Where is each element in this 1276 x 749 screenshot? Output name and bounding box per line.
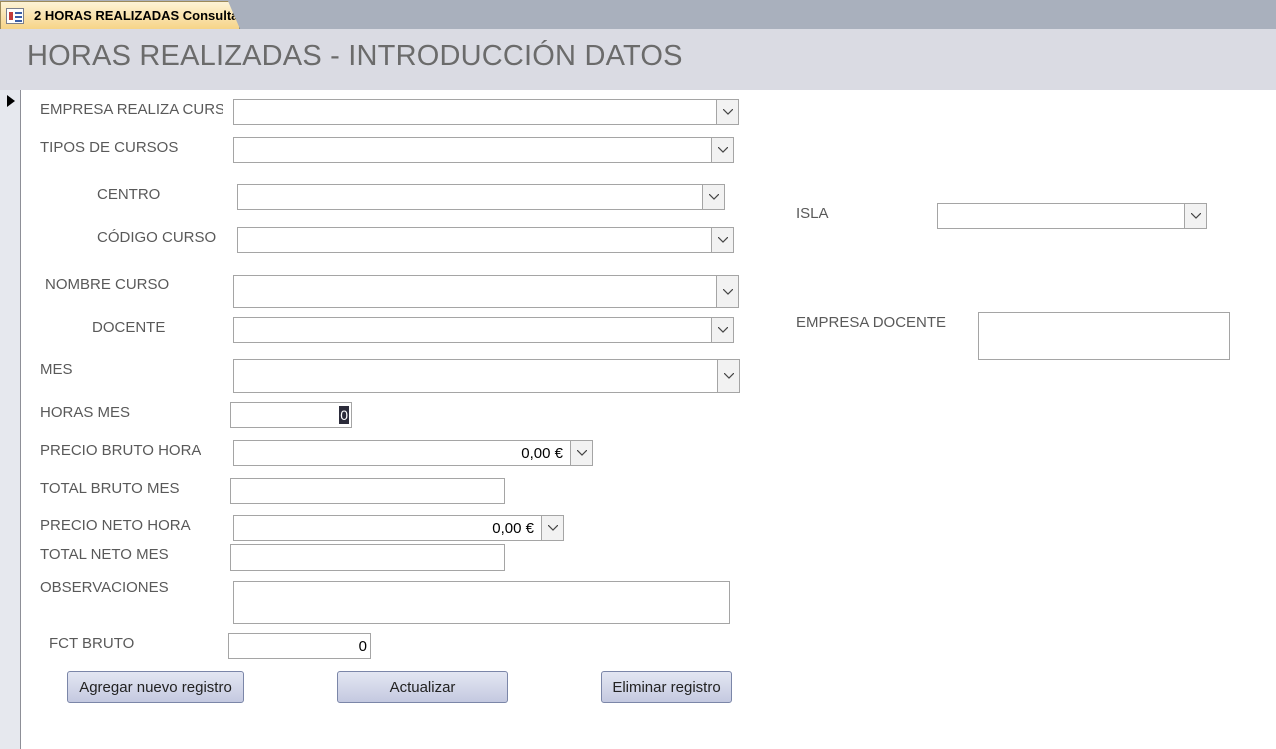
form-title: HORAS REALIZADAS - INTRODUCCIÓN DATOS [27,40,683,72]
nombre-curso-label: NOMBRE CURSO [45,276,170,293]
chevron-down-icon [723,373,734,379]
precio-bruto-hora-combo[interactable]: 0,00 € [233,440,593,466]
horas-mes-input[interactable]: 0 [230,402,352,428]
precio-neto-hora-label: PRECIO NETO HORA [40,517,191,534]
mes-label: MES [40,361,73,378]
nombre-curso-combo[interactable] [233,275,739,308]
horas-mes-label: HORAS MES [40,404,131,421]
mes-dropdown-button[interactable] [717,360,739,392]
precio-neto-hora-combo[interactable]: 0,00 € [233,515,564,541]
tipos-cursos-dropdown-button[interactable] [711,138,733,162]
fct-bruto-label: FCT BRUTO [49,635,135,652]
precio-neto-hora-value: 0,00 € [492,519,534,537]
codigo-curso-combo[interactable] [237,227,734,253]
current-record-arrow-icon [7,95,15,107]
empresa-realiza-combo[interactable] [233,99,739,125]
chevron-down-icon [722,109,733,115]
docente-label: DOCENTE [92,319,166,336]
total-bruto-mes-label: TOTAL BRUTO MES [40,480,180,497]
total-bruto-mes-input[interactable] [230,478,505,504]
codigo-curso-label: CÓDIGO CURSO [97,229,217,246]
precio-bruto-hora-dropdown-button[interactable] [570,441,592,465]
mes-combo[interactable] [233,359,740,393]
chevron-down-icon [576,450,587,456]
chevron-down-icon [722,288,733,295]
add-record-button[interactable]: Agregar nuevo registro [67,671,244,703]
empresa-docente-label: EMPRESA DOCENTE [796,314,947,331]
centro-dropdown-button[interactable] [702,185,724,209]
precio-bruto-hora-value: 0,00 € [521,444,563,462]
precio-bruto-hora-label: PRECIO BRUTO HORA [40,442,202,459]
centro-combo[interactable] [237,184,725,210]
chevron-down-icon [1190,213,1201,219]
chevron-down-icon [717,147,728,153]
total-neto-mes-label: TOTAL NETO MES [40,546,169,563]
form-icon [6,8,24,24]
centro-label: CENTRO [97,186,161,203]
empresa-realiza-label: EMPRESA REALIZA CURSO [40,101,223,118]
isla-dropdown-button[interactable] [1184,204,1206,228]
empresa-docente-input[interactable] [978,312,1230,360]
chevron-down-icon [547,525,558,531]
chevron-down-icon [708,194,719,200]
observaciones-label: OBSERVACIONES [40,579,169,596]
precio-neto-hora-dropdown-button[interactable] [541,516,563,540]
codigo-curso-dropdown-button[interactable] [711,228,733,252]
chevron-down-icon [717,237,728,243]
docente-dropdown-button[interactable] [711,318,733,342]
update-button[interactable]: Actualizar [337,671,508,703]
nombre-curso-dropdown-button[interactable] [716,276,738,307]
record-selector[interactable] [0,90,21,749]
observaciones-textarea[interactable] [233,581,730,624]
horas-mes-value: 0 [339,406,349,424]
tipos-cursos-combo[interactable] [233,137,734,163]
empresa-realiza-dropdown-button[interactable] [716,100,738,124]
chevron-down-icon [717,327,728,333]
isla-label: ISLA [796,205,829,222]
fct-bruto-value: 0 [358,637,367,655]
total-neto-mes-input[interactable] [230,544,505,571]
tipos-cursos-label: TIPOS DE CURSOS [40,139,179,156]
delete-record-button[interactable]: Eliminar registro [601,671,732,703]
isla-combo[interactable] [937,203,1207,229]
document-tab-label: 2 HORAS REALIZADAS Consulta [34,8,239,23]
docente-combo[interactable] [233,317,734,343]
fct-bruto-input[interactable]: 0 [228,633,371,659]
document-tab[interactable]: 2 HORAS REALIZADAS Consulta [0,1,240,29]
